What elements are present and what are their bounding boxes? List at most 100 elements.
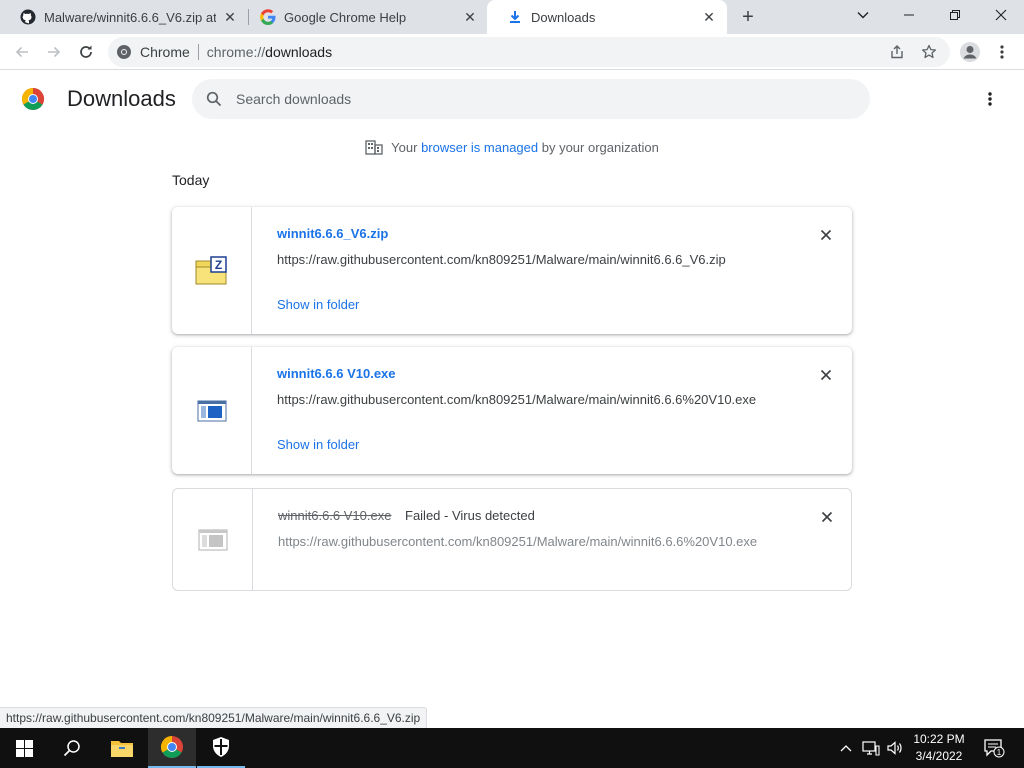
chrome-logo-icon — [21, 87, 45, 111]
chrome-taskbar-button[interactable] — [148, 728, 196, 768]
file-source-url[interactable]: https://raw.githubusercontent.com/kn8092… — [277, 392, 756, 407]
close-tab-icon[interactable]: ✕ — [462, 9, 478, 25]
show-in-folder-link[interactable]: Show in folder — [277, 437, 359, 452]
chrome-menu-button[interactable] — [988, 38, 1016, 66]
omnibox-divider — [197, 44, 199, 60]
minimize-icon — [904, 14, 914, 16]
close-window-button[interactable] — [978, 0, 1024, 30]
new-tab-button[interactable]: + — [736, 5, 760, 29]
managed-notice: Your browser is managed by your organiza… — [0, 139, 1024, 155]
download-item-failed: winnit6.6.6 V10.exe Failed - Virus detec… — [172, 488, 852, 591]
back-arrow-icon — [15, 46, 28, 58]
github-icon — [20, 9, 36, 25]
forward-button[interactable] — [40, 38, 68, 66]
tab-title: Malware/winnit6.6.6_V6.zip at main — [44, 9, 216, 25]
file-name-text: winnit6.6.6 V10.exe — [278, 508, 392, 523]
remove-download-button[interactable] — [816, 365, 836, 385]
file-name-link[interactable]: winnit6.6.6_V6.zip — [277, 226, 388, 241]
show-in-folder-link[interactable]: Show in folder — [277, 297, 359, 312]
svg-text:Z: Z — [214, 258, 221, 272]
close-icon — [820, 369, 832, 381]
url-path: downloads — [265, 44, 333, 60]
address-bar[interactable]: Chrome chrome://downloads — [108, 37, 950, 67]
download-item: winnit6.6.6 V10.exe https://raw.githubus… — [172, 347, 852, 474]
tab-github[interactable]: Malware/winnit6.6.6_V6.zip at main ✕ — [0, 0, 248, 34]
tab-title: Google Chrome Help — [284, 9, 407, 25]
file-explorer-button[interactable] — [98, 728, 146, 768]
action-center-button[interactable]: 1 — [980, 728, 1008, 768]
downloads-menu-button[interactable] — [978, 87, 1002, 111]
building-icon — [365, 139, 383, 155]
windows-logo-icon — [15, 739, 33, 757]
tab-title: Downloads — [531, 9, 596, 25]
google-icon — [260, 9, 276, 25]
reload-icon — [80, 45, 92, 58]
file-icon-column — [173, 489, 253, 590]
file-icon-column — [172, 347, 252, 474]
tab-search-button[interactable] — [840, 0, 886, 30]
tab-chrome-help[interactable]: Google Chrome Help ✕ — [240, 0, 488, 34]
remove-download-button[interactable] — [817, 507, 837, 527]
close-icon — [821, 511, 833, 523]
zip-file-icon: Z — [195, 255, 227, 284]
chrome-logo-icon — [160, 736, 183, 759]
shield-icon — [213, 737, 229, 757]
tab-strip: Malware/winnit6.6.6_V6.zip at main ✕ Goo… — [0, 0, 1024, 34]
close-icon — [820, 229, 832, 241]
file-icon-column: Z — [172, 207, 252, 334]
remove-download-button[interactable] — [816, 225, 836, 245]
start-button[interactable] — [0, 728, 48, 768]
back-button[interactable] — [8, 38, 36, 66]
kebab-menu-icon — [988, 92, 992, 106]
show-hidden-icons-button[interactable] — [836, 728, 856, 768]
close-tab-icon[interactable]: ✕ — [222, 9, 238, 25]
share-icon — [891, 45, 903, 59]
search-input[interactable] — [236, 91, 836, 107]
search-icon — [63, 740, 80, 757]
file-name-link[interactable]: winnit6.6.6 V10.exe — [277, 366, 396, 381]
network-icon — [862, 741, 880, 756]
browser-toolbar: Chrome chrome://downloads — [0, 34, 1024, 70]
page-title: Downloads — [67, 86, 176, 111]
clock[interactable]: 10:22 PM 3/4/2022 — [900, 731, 978, 765]
tab-downloads[interactable]: Downloads ✕ — [487, 0, 727, 34]
minimize-button[interactable] — [886, 0, 932, 30]
browser-managed-link[interactable]: browser is managed — [421, 140, 538, 155]
exe-file-icon — [197, 400, 226, 421]
file-source-url[interactable]: https://raw.githubusercontent.com/kn8092… — [277, 252, 726, 267]
restore-button[interactable] — [932, 0, 978, 30]
taskbar-search-button[interactable] — [48, 728, 96, 768]
close-tab-icon[interactable]: ✕ — [701, 9, 717, 25]
windows-security-button[interactable] — [197, 728, 245, 768]
link-status-bubble: https://raw.githubusercontent.com/kn8092… — [0, 707, 428, 728]
notification-count: 1 — [997, 748, 1002, 757]
url-scheme: chrome:// — [206, 44, 266, 60]
site-info-chip[interactable]: Chrome — [116, 44, 190, 60]
chevron-down-icon — [857, 12, 869, 19]
search-downloads-box[interactable] — [192, 79, 870, 119]
profile-button[interactable] — [956, 38, 984, 66]
reload-button[interactable] — [72, 38, 100, 66]
windows-taskbar: 10:22 PM 3/4/2022 1 — [0, 728, 1024, 768]
url-text[interactable]: chrome://downloads — [207, 44, 332, 60]
star-icon — [921, 44, 937, 59]
network-button[interactable] — [860, 728, 882, 768]
share-button[interactable] — [884, 39, 910, 65]
download-item: Z winnit6.6.6_V6.zip https://raw.githubu… — [172, 207, 852, 334]
clock-time: 10:22 PM — [913, 732, 965, 746]
folder-icon — [111, 741, 133, 757]
site-label: Chrome — [140, 44, 190, 60]
download-icon — [507, 9, 523, 25]
bookmark-button[interactable] — [916, 39, 942, 65]
chevron-up-icon — [840, 745, 852, 752]
avatar-icon — [960, 42, 980, 62]
managed-text-suffix: by your organization — [538, 139, 659, 155]
restore-icon — [950, 10, 960, 20]
file-source-url[interactable]: https://raw.githubusercontent.com/kn8092… — [278, 534, 757, 549]
exe-file-icon — [198, 529, 227, 550]
forward-arrow-icon — [48, 46, 61, 58]
managed-text-prefix: Your — [391, 139, 422, 155]
chrome-badge-icon — [117, 45, 131, 59]
close-icon — [995, 9, 1007, 21]
downloads-header: Downloads — [0, 71, 1024, 127]
